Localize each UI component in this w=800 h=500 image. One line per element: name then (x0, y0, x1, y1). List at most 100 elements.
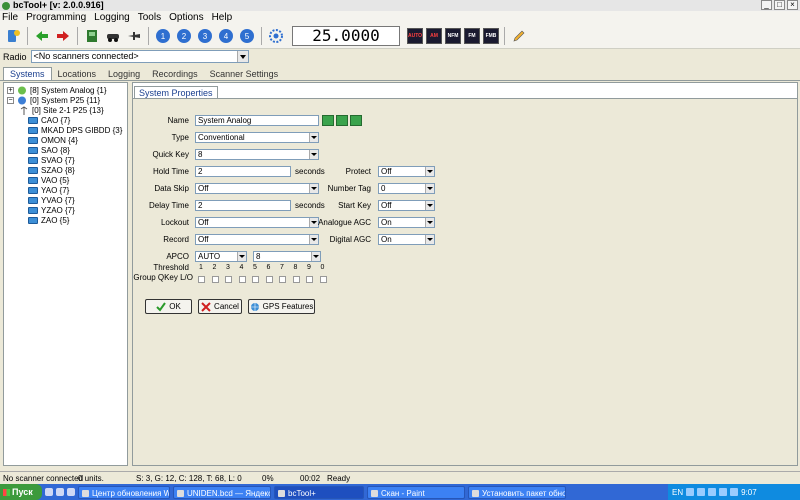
chevron-down-icon[interactable] (309, 150, 318, 159)
chevron-down-icon[interactable] (311, 252, 320, 261)
mode-am-button[interactable]: AM (426, 27, 442, 44)
quick-key-3-button[interactable]: 3 (196, 27, 214, 45)
task-windows-update[interactable]: Центр обновления Win... (78, 485, 170, 499)
tree-item-group[interactable]: MKAD DPS GIBDD {3} (28, 125, 122, 135)
name-action-2-button[interactable] (336, 115, 348, 126)
tab-systems[interactable]: Systems (3, 67, 52, 80)
monitor-button[interactable] (83, 27, 101, 45)
tree-item-system-p25[interactable]: − [0] System P25 {11} (7, 95, 100, 105)
maximize-button[interactable]: □ (774, 0, 785, 10)
collapse-icon[interactable]: − (7, 96, 14, 104)
qkey-checkbox[interactable] (211, 276, 219, 283)
chevron-down-icon[interactable] (236, 51, 248, 62)
minimize-button[interactable]: _ (761, 0, 772, 10)
record-select[interactable]: Off (195, 234, 319, 245)
number-tag-select[interactable]: 0 (378, 183, 435, 194)
scan-button[interactable] (267, 27, 285, 45)
volume-icon[interactable] (730, 488, 739, 496)
mode-fmb-button[interactable]: FMB (483, 27, 499, 44)
tree-item-system-analog[interactable]: + [8] System Analog {1} (7, 85, 107, 95)
tab-recordings[interactable]: Recordings (146, 68, 204, 80)
analogue-agc-select[interactable]: On (378, 217, 435, 228)
ok-button[interactable]: OK (145, 299, 192, 314)
tree-item-group[interactable]: YAO {7} (28, 185, 69, 195)
edit-button[interactable] (510, 27, 528, 45)
menu-options[interactable]: Options (169, 12, 203, 23)
scanner-connect-button[interactable] (4, 27, 22, 45)
tree-item-group[interactable]: OMON {4} (28, 135, 78, 145)
close-button[interactable]: × (787, 0, 798, 10)
language-indicator[interactable]: EN (672, 488, 683, 497)
menu-help[interactable]: Help (212, 12, 233, 23)
tree-item-group[interactable]: VAO {5} (28, 175, 69, 185)
tray-icon[interactable] (686, 488, 695, 496)
quicklaunch-icon[interactable] (56, 488, 64, 496)
qkey-checkbox[interactable] (306, 276, 313, 283)
mode-nfm-button[interactable]: NFM (445, 27, 461, 44)
tab-scanner-settings[interactable]: Scanner Settings (204, 68, 285, 80)
task-bctool[interactable]: bcTool+ (274, 485, 364, 499)
chevron-down-icon[interactable] (425, 218, 434, 227)
qkey-checkbox[interactable] (319, 276, 327, 283)
plane-button[interactable] (125, 27, 143, 45)
lockout-select[interactable]: Off (195, 217, 319, 228)
name-action-3-button[interactable] (350, 115, 362, 126)
tree-item-group[interactable]: SVAO {7} (28, 155, 75, 165)
start-key-select[interactable]: Off (378, 200, 435, 211)
qkey-checkbox[interactable] (225, 276, 232, 283)
tab-logging[interactable]: Logging (102, 68, 146, 80)
quick-key-1-button[interactable]: 1 (154, 27, 172, 45)
digital-agc-select[interactable]: On (378, 234, 435, 245)
name-action-1-button[interactable] (322, 115, 334, 126)
tab-locations[interactable]: Locations (52, 68, 103, 80)
data-skip-select[interactable]: Off (195, 183, 319, 194)
qkey-checkbox[interactable] (292, 276, 300, 283)
quick-key-5-button[interactable]: 5 (238, 27, 256, 45)
start-button[interactable]: Пуск (0, 484, 42, 500)
chevron-down-icon[interactable] (425, 201, 434, 210)
gps-features-button[interactable]: GPS Features (248, 299, 315, 314)
qkey-checkbox[interactable] (198, 276, 205, 283)
menu-logging[interactable]: Logging (94, 12, 130, 23)
chevron-down-icon[interactable] (425, 235, 434, 244)
radio-select[interactable]: <No scanners connected> (30, 50, 249, 63)
tree-item-group[interactable]: SAO {8} (28, 145, 70, 155)
chevron-down-icon[interactable] (309, 184, 318, 193)
chevron-down-icon[interactable] (425, 184, 434, 193)
hold-time-field[interactable]: 2 (195, 166, 291, 177)
mode-auto-button[interactable]: AUTO (407, 27, 423, 44)
menu-programming[interactable]: Programming (26, 12, 86, 23)
tree-item-group[interactable]: CAO {7} (28, 115, 70, 125)
delay-time-field[interactable]: 2 (195, 200, 291, 211)
task-paint[interactable]: Скан - Paint (367, 485, 465, 499)
qkey-checkbox[interactable] (265, 276, 273, 283)
quick-key-2-button[interactable]: 2 (175, 27, 193, 45)
car-button[interactable] (104, 27, 122, 45)
task-install-package[interactable]: Установить пакет обно... (468, 485, 566, 499)
read-button[interactable] (33, 27, 51, 45)
tray-icon[interactable] (697, 488, 706, 496)
cancel-button[interactable]: Cancel (198, 299, 242, 314)
tree-item-site[interactable]: [0] Site 2-1 P25 {13} (18, 105, 104, 115)
chevron-down-icon[interactable] (309, 133, 318, 142)
apco-threshold-level-select[interactable]: 8 (253, 251, 321, 262)
mode-fm-button[interactable]: FM (464, 27, 480, 44)
tree-item-group[interactable]: ZAO {5} (28, 215, 69, 225)
qkey-checkbox[interactable] (279, 276, 286, 283)
task-yandex-browser[interactable]: UNIDEN.bcd — Яндекс.... (173, 485, 271, 499)
protect-select[interactable]: Off (378, 166, 435, 177)
frequency-display[interactable]: 25.0000 (292, 25, 400, 46)
chevron-down-icon[interactable] (425, 167, 434, 176)
quick-key-4-button[interactable]: 4 (217, 27, 235, 45)
type-select[interactable]: Conventional (195, 132, 319, 143)
name-field[interactable]: System Analog (195, 115, 319, 126)
tree-item-group[interactable]: YVAO {7} (28, 195, 75, 205)
write-button[interactable] (54, 27, 72, 45)
tray-icon[interactable] (719, 488, 728, 496)
quick-key-select[interactable]: 8 (195, 149, 319, 160)
tree-item-group[interactable]: YZAO {7} (28, 205, 75, 215)
expand-icon[interactable]: + (7, 86, 14, 94)
quicklaunch-icon[interactable] (67, 488, 75, 496)
qkey-checkbox[interactable] (238, 276, 246, 283)
menu-tools[interactable]: Tools (138, 12, 161, 23)
